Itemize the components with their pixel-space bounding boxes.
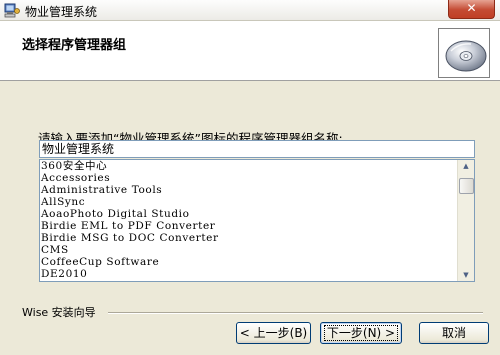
- cd-disc-icon: [438, 28, 490, 78]
- footer-divider: [108, 312, 483, 314]
- program-group-list[interactable]: 360安全中心 Accessories Administrative Tools Al…: [39, 159, 475, 282]
- list-item[interactable]: Administrative Tools: [41, 184, 455, 196]
- wizard-header: 选择程序管理器组: [0, 21, 500, 81]
- title-bar[interactable]: 物业管理系统 ✕: [0, 0, 500, 21]
- list-item[interactable]: Accessories: [41, 172, 455, 184]
- list-item[interactable]: Birdie MSG to DOC Converter: [41, 232, 455, 244]
- list-item[interactable]: AllSync: [41, 196, 455, 208]
- next-button-label: 下一步(N) >: [323, 325, 399, 341]
- scroll-up-icon[interactable]: ▲: [458, 160, 474, 172]
- list-scrollbar[interactable]: ▲ ▼: [457, 160, 474, 281]
- list-item[interactable]: 360安全中心: [41, 160, 455, 172]
- close-icon: ✕: [466, 1, 477, 15]
- next-button[interactable]: 下一步(N) >: [320, 322, 402, 344]
- program-group-items: 360安全中心 Accessories Administrative Tools Al…: [41, 160, 455, 280]
- list-item[interactable]: AoaoPhoto Digital Studio: [41, 208, 455, 220]
- wizard-brand-label: Wise 安装向导: [22, 306, 96, 319]
- cancel-button[interactable]: 取消: [419, 322, 489, 344]
- page-title: 选择程序管理器组: [22, 38, 127, 53]
- close-button[interactable]: ✕: [448, 0, 495, 19]
- scroll-thumb[interactable]: [459, 178, 474, 194]
- list-item[interactable]: CMS: [41, 244, 455, 256]
- list-item[interactable]: Birdie EML to PDF Converter: [41, 220, 455, 232]
- group-name-input[interactable]: [39, 140, 475, 158]
- list-item[interactable]: DE2010: [41, 268, 455, 280]
- installer-window: 物业管理系统 ✕ 选择程序管理器组 请输入要添加“物业管理系统”图标的程序管理器…: [0, 0, 500, 355]
- window-title: 物业管理系统: [25, 5, 98, 19]
- installer-computer-icon: [4, 2, 20, 18]
- scroll-down-icon[interactable]: ▼: [458, 269, 474, 281]
- back-button[interactable]: < 上一步(B): [236, 322, 311, 344]
- list-item[interactable]: CoffeeCup Software: [41, 256, 455, 268]
